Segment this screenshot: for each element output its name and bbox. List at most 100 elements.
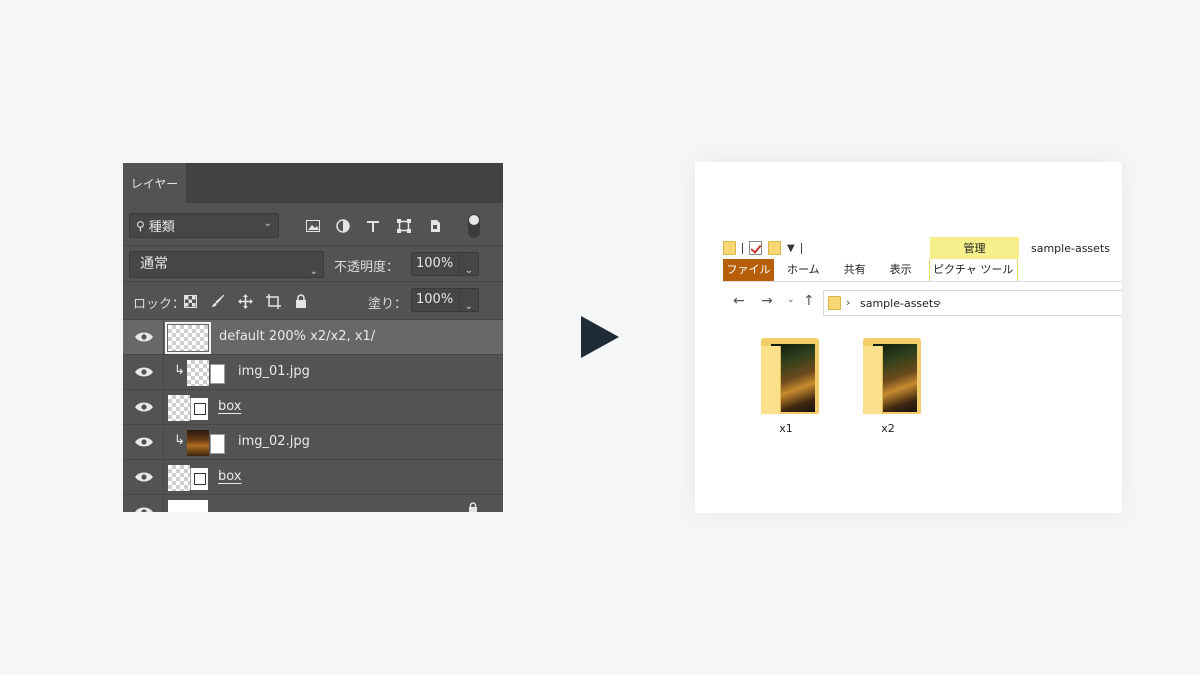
divider [163, 495, 164, 512]
layer-row[interactable]: default 200% x2/x2, x1/ [123, 319, 503, 355]
folder-icon [761, 338, 819, 414]
opacity-field[interactable]: 100% ⌄ [411, 252, 479, 276]
layer-thumbnail [168, 465, 190, 491]
blend-mode-select[interactable]: 通常 ⌄ [129, 251, 324, 278]
divider [163, 425, 164, 460]
shape-filter-icon[interactable] [395, 217, 413, 235]
layer-row[interactable]: ↳ img_01.jpg [123, 354, 503, 390]
layer-thumbnail [187, 360, 209, 386]
back-arrow-icon[interactable]: ← [733, 293, 745, 309]
folder-item[interactable]: x1 [751, 338, 821, 438]
ribbon-tabs: ファイル ホーム 共有 表示 ピクチャ ツール [723, 259, 1018, 281]
shape-icon [190, 468, 208, 490]
lock-row: ロック： 塗り： 100% ⌄ [123, 281, 503, 319]
folder-icon[interactable] [723, 241, 736, 255]
filter-kind-select[interactable]: ⚲ 種類 ⌄ [129, 213, 279, 238]
address-bar[interactable]: › sample-assets › [823, 290, 1122, 316]
divider [742, 242, 743, 254]
panel-tabbar: レイヤー [123, 163, 503, 203]
layer-name[interactable]: box [218, 399, 242, 414]
divider [163, 460, 164, 495]
tab-home[interactable]: ホーム [780, 259, 827, 281]
shape-icon [190, 398, 208, 420]
blend-mode-value: 通常 [140, 256, 168, 272]
layer-row[interactable]: box [123, 389, 503, 425]
filter-kind-label: 種類 [148, 220, 175, 235]
opacity-label: 不透明度： [334, 260, 400, 275]
divider [459, 289, 460, 311]
blend-row: 通常 ⌄ 不透明度： 100% ⌄ [123, 245, 503, 281]
divider [163, 390, 164, 425]
lock-move-icon[interactable] [237, 293, 253, 309]
eye-icon[interactable] [134, 330, 154, 344]
forward-arrow-icon[interactable]: → [761, 293, 773, 309]
breadcrumb[interactable]: sample-assets [860, 297, 939, 310]
eye-icon[interactable] [134, 365, 154, 379]
arrow-right-icon [581, 316, 619, 358]
eye-icon[interactable] [134, 435, 154, 449]
tab-manage[interactable]: 管理 [930, 237, 1019, 259]
folder-icon [863, 338, 921, 414]
chevron-down-icon: ⌄ [263, 218, 272, 229]
tab-picture-tools[interactable]: ピクチャ ツール [928, 259, 1018, 281]
customize-dropdown-icon[interactable]: ▼ [787, 243, 795, 254]
eye-icon[interactable] [134, 400, 154, 414]
lock-icon [469, 502, 477, 512]
layer-name[interactable]: default 200% x2/x2, x1/ [219, 329, 375, 344]
lock-artboard-icon[interactable] [265, 293, 281, 309]
tab-layers[interactable]: レイヤー [123, 163, 186, 203]
tab-view[interactable]: 表示 [883, 259, 919, 281]
filter-toggle-switch[interactable] [468, 214, 480, 238]
folder-icon [828, 296, 841, 310]
fill-value: 100% [416, 292, 454, 307]
layer-thumbnail [165, 322, 211, 354]
layer-name[interactable]: box [218, 469, 242, 484]
divider [163, 320, 164, 355]
new-folder-icon[interactable] [768, 241, 781, 255]
chevron-down-icon: ⌄ [464, 301, 473, 312]
layer-list: default 200% x2/x2, x1/ ↳ img_01.jpg box… [123, 319, 503, 512]
folder-item[interactable]: x2 [853, 338, 923, 438]
explorer-window: ▼ 管理 sample-assets ファイル ホーム 共有 表示 ピクチャ ツ… [695, 162, 1122, 513]
clipping-mask-icon: ↳ [174, 363, 185, 378]
layer-row[interactable]: ↳ img_02.jpg [123, 424, 503, 460]
image-filter-icon[interactable] [304, 217, 322, 235]
up-arrow-icon[interactable]: ↑ [803, 293, 815, 309]
lock-transparent-icon[interactable] [182, 293, 198, 309]
smart-object-filter-icon[interactable] [426, 217, 444, 235]
eye-icon[interactable] [134, 470, 154, 484]
smart-object-icon [210, 434, 225, 454]
type-filter-icon[interactable] [364, 217, 382, 235]
folder-name: x1 [779, 422, 793, 435]
chevron-right-icon[interactable]: › [937, 296, 941, 309]
layer-thumbnail [187, 430, 209, 456]
properties-icon[interactable] [749, 241, 762, 255]
lock-all-icon[interactable] [293, 293, 309, 309]
fill-field[interactable]: 100% ⌄ [411, 288, 479, 312]
quick-access-toolbar: ▼ [723, 240, 802, 256]
adjustment-filter-icon[interactable] [334, 217, 352, 235]
chevron-right-icon[interactable]: › [846, 296, 850, 309]
layer-row[interactable]: box [123, 459, 503, 495]
tab-file[interactable]: ファイル [723, 259, 774, 281]
folder-name: x2 [881, 422, 895, 435]
fill-label: 塗り： [368, 297, 408, 312]
divider [800, 242, 802, 254]
layer-name[interactable]: img_01.jpg [238, 364, 310, 379]
opacity-value: 100% [416, 256, 454, 271]
tab-share[interactable]: 共有 [837, 259, 873, 281]
lock-paint-icon[interactable] [210, 293, 226, 309]
layer-row[interactable] [123, 494, 503, 512]
divider [459, 253, 460, 275]
lock-label: ロック： [133, 297, 186, 312]
smart-object-icon [210, 364, 225, 384]
recent-locations-chevron-icon[interactable]: ⌄ [787, 295, 795, 305]
layer-thumbnail [168, 395, 190, 421]
chevron-down-icon: ⌄ [464, 265, 473, 276]
search-icon: ⚲ [136, 218, 145, 233]
divider [163, 355, 164, 390]
layer-name[interactable]: img_02.jpg [238, 434, 310, 449]
layer-thumbnail [168, 500, 208, 512]
eye-icon[interactable] [134, 505, 154, 512]
navigation-bar: ← → ⌄ ↑ › sample-assets › [723, 290, 1122, 316]
